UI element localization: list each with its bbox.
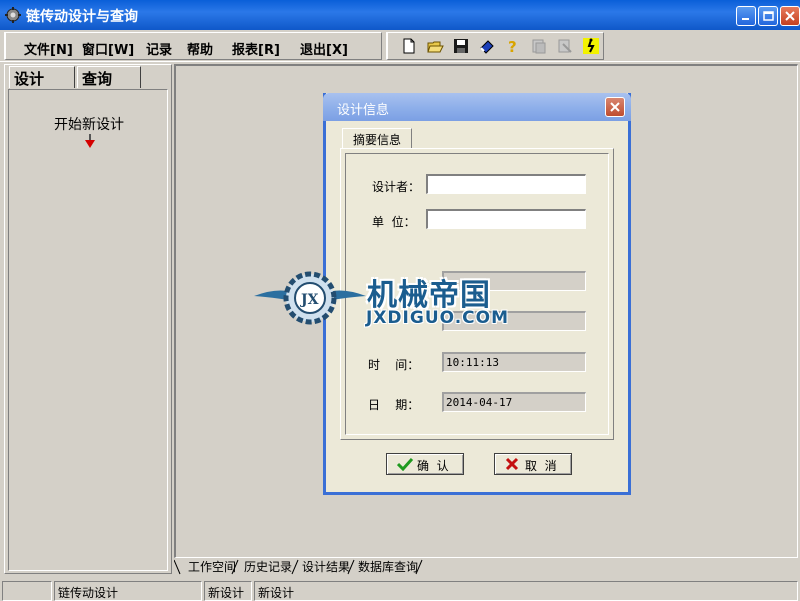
cancel-label: 取 消 <box>525 459 557 473</box>
watermark-subtext: JXDIGUO.COM <box>366 308 510 328</box>
title-bar: 链传动设计与查询 <box>0 0 800 30</box>
window-title: 链传动设计与查询 <box>26 9 138 25</box>
dialog-close-button[interactable] <box>605 97 625 117</box>
minimize-icon <box>742 18 749 20</box>
x-mark-icon <box>505 457 519 471</box>
designer-label: 设计者： <box>372 180 421 194</box>
arrow-down-icon <box>85 134 95 148</box>
date-field: 2014-04-17 <box>442 392 586 412</box>
status-bar: 链传动设计 新设计 新设计 <box>0 579 800 601</box>
status-cell-module: 链传动设计 <box>54 581 202 601</box>
menu-exit[interactable]: 退出[X] <box>300 39 348 58</box>
time-field: 10:11:13 <box>442 352 586 372</box>
maximize-icon <box>763 11 774 21</box>
confirm-button[interactable]: 确 认 <box>386 453 464 475</box>
cancel-button[interactable]: 取 消 <box>494 453 572 475</box>
watermark-logo-icon: JX <box>254 271 366 325</box>
help-icon[interactable]: ? <box>504 37 522 55</box>
menu-toolbar-area: 文件[N] 窗口[W] 记录 帮助 报表[R] 退出[X] ? <box>0 30 800 62</box>
dialog-title-bar[interactable]: 设计信息 <box>323 93 631 121</box>
menu-help[interactable]: 帮助 <box>187 39 213 58</box>
status-cell-empty <box>2 581 52 601</box>
new-file-icon[interactable] <box>400 37 418 55</box>
checkmark-icon <box>397 457 413 471</box>
date-label: 日 期： <box>368 398 420 412</box>
tab-summary-info[interactable]: 摘要信息 <box>342 128 412 148</box>
disabled-tool-icon[interactable] <box>556 37 574 55</box>
open-folder-icon[interactable] <box>426 37 444 55</box>
unit-label: 单 位： <box>372 215 416 229</box>
close-icon <box>785 11 795 21</box>
maximize-button[interactable] <box>758 6 778 26</box>
disabled-tool-icon[interactable] <box>530 37 548 55</box>
tab-query[interactable]: 查询 <box>77 66 141 88</box>
status-cell-info: 新设计 <box>254 581 798 601</box>
unit-input[interactable] <box>426 209 586 229</box>
menu-bar: 文件[N] 窗口[W] 记录 帮助 报表[R] 退出[X] <box>4 32 382 60</box>
menu-file[interactable]: 文件[N] <box>24 39 73 58</box>
eraser-icon[interactable] <box>478 37 496 55</box>
menu-report[interactable]: 报表[R] <box>232 39 280 58</box>
run-icon[interactable] <box>582 37 600 55</box>
gear-icon <box>5 7 21 23</box>
tab-history[interactable]: 历史记录 <box>244 558 292 575</box>
time-label: 时 间： <box>368 358 420 372</box>
tab-design-result[interactable]: 设计结果 <box>302 558 350 575</box>
menu-record[interactable]: 记录 <box>146 39 172 58</box>
minimize-button[interactable] <box>736 6 756 26</box>
svg-text:?: ? <box>508 38 517 55</box>
svg-text:JX: JX <box>299 292 319 308</box>
close-icon <box>610 102 620 112</box>
designer-input[interactable] <box>426 174 586 194</box>
tab-design[interactable]: 设计 <box>9 66 75 88</box>
save-icon[interactable] <box>452 37 470 55</box>
tab-workspace[interactable]: 工作空间 <box>188 558 236 575</box>
tab-database-query[interactable]: 数据库查询 <box>358 558 418 575</box>
new-design-link[interactable]: 开始新设计 <box>9 114 169 134</box>
confirm-label: 确 认 <box>417 459 449 473</box>
watermark: JX 机械帝国 JXDIGUO.COM <box>252 268 552 332</box>
left-tab-content: 开始新设计 <box>8 89 168 571</box>
toolbar: ? <box>386 32 604 60</box>
menu-window[interactable]: 窗口[W] <box>82 39 134 58</box>
dialog-title: 设计信息 <box>337 103 390 118</box>
close-button[interactable] <box>780 6 800 26</box>
status-cell-state: 新设计 <box>204 581 252 601</box>
left-panel: 设计 查询 开始新设计 <box>4 64 172 574</box>
